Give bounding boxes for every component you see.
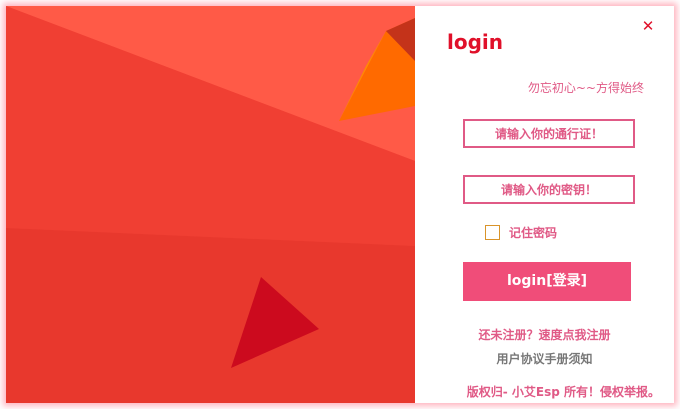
copyright-text: 版权归- 小艾Esp 所有！侵权举报。 (466, 385, 660, 399)
password-input[interactable] (463, 175, 635, 204)
login-panel: ✕ login 勿忘初心~~方得始终 记住密码 login[登录] 还未注册？速… (415, 6, 674, 403)
remember-password-row: 记住密码 (485, 224, 557, 241)
close-icon[interactable]: ✕ (640, 18, 656, 34)
user-agreement-link[interactable]: 用户协议手册须知 (415, 350, 674, 367)
login-button[interactable]: login[登录] (463, 262, 631, 301)
login-window: ✕ login 勿忘初心~~方得始终 记住密码 login[登录] 还未注册？速… (6, 6, 674, 403)
login-title: login (447, 30, 504, 54)
username-input[interactable] (463, 119, 635, 148)
register-link[interactable]: 还未注册？速度点我注册 (415, 326, 674, 343)
decorative-background-panel (6, 6, 415, 403)
polygon-art (6, 6, 415, 403)
slogan-text: 勿忘初心~~方得始终 (527, 81, 644, 95)
lower-facet (6, 228, 415, 403)
remember-password-label[interactable]: 记住密码 (509, 224, 557, 241)
remember-password-checkbox[interactable] (485, 225, 500, 240)
